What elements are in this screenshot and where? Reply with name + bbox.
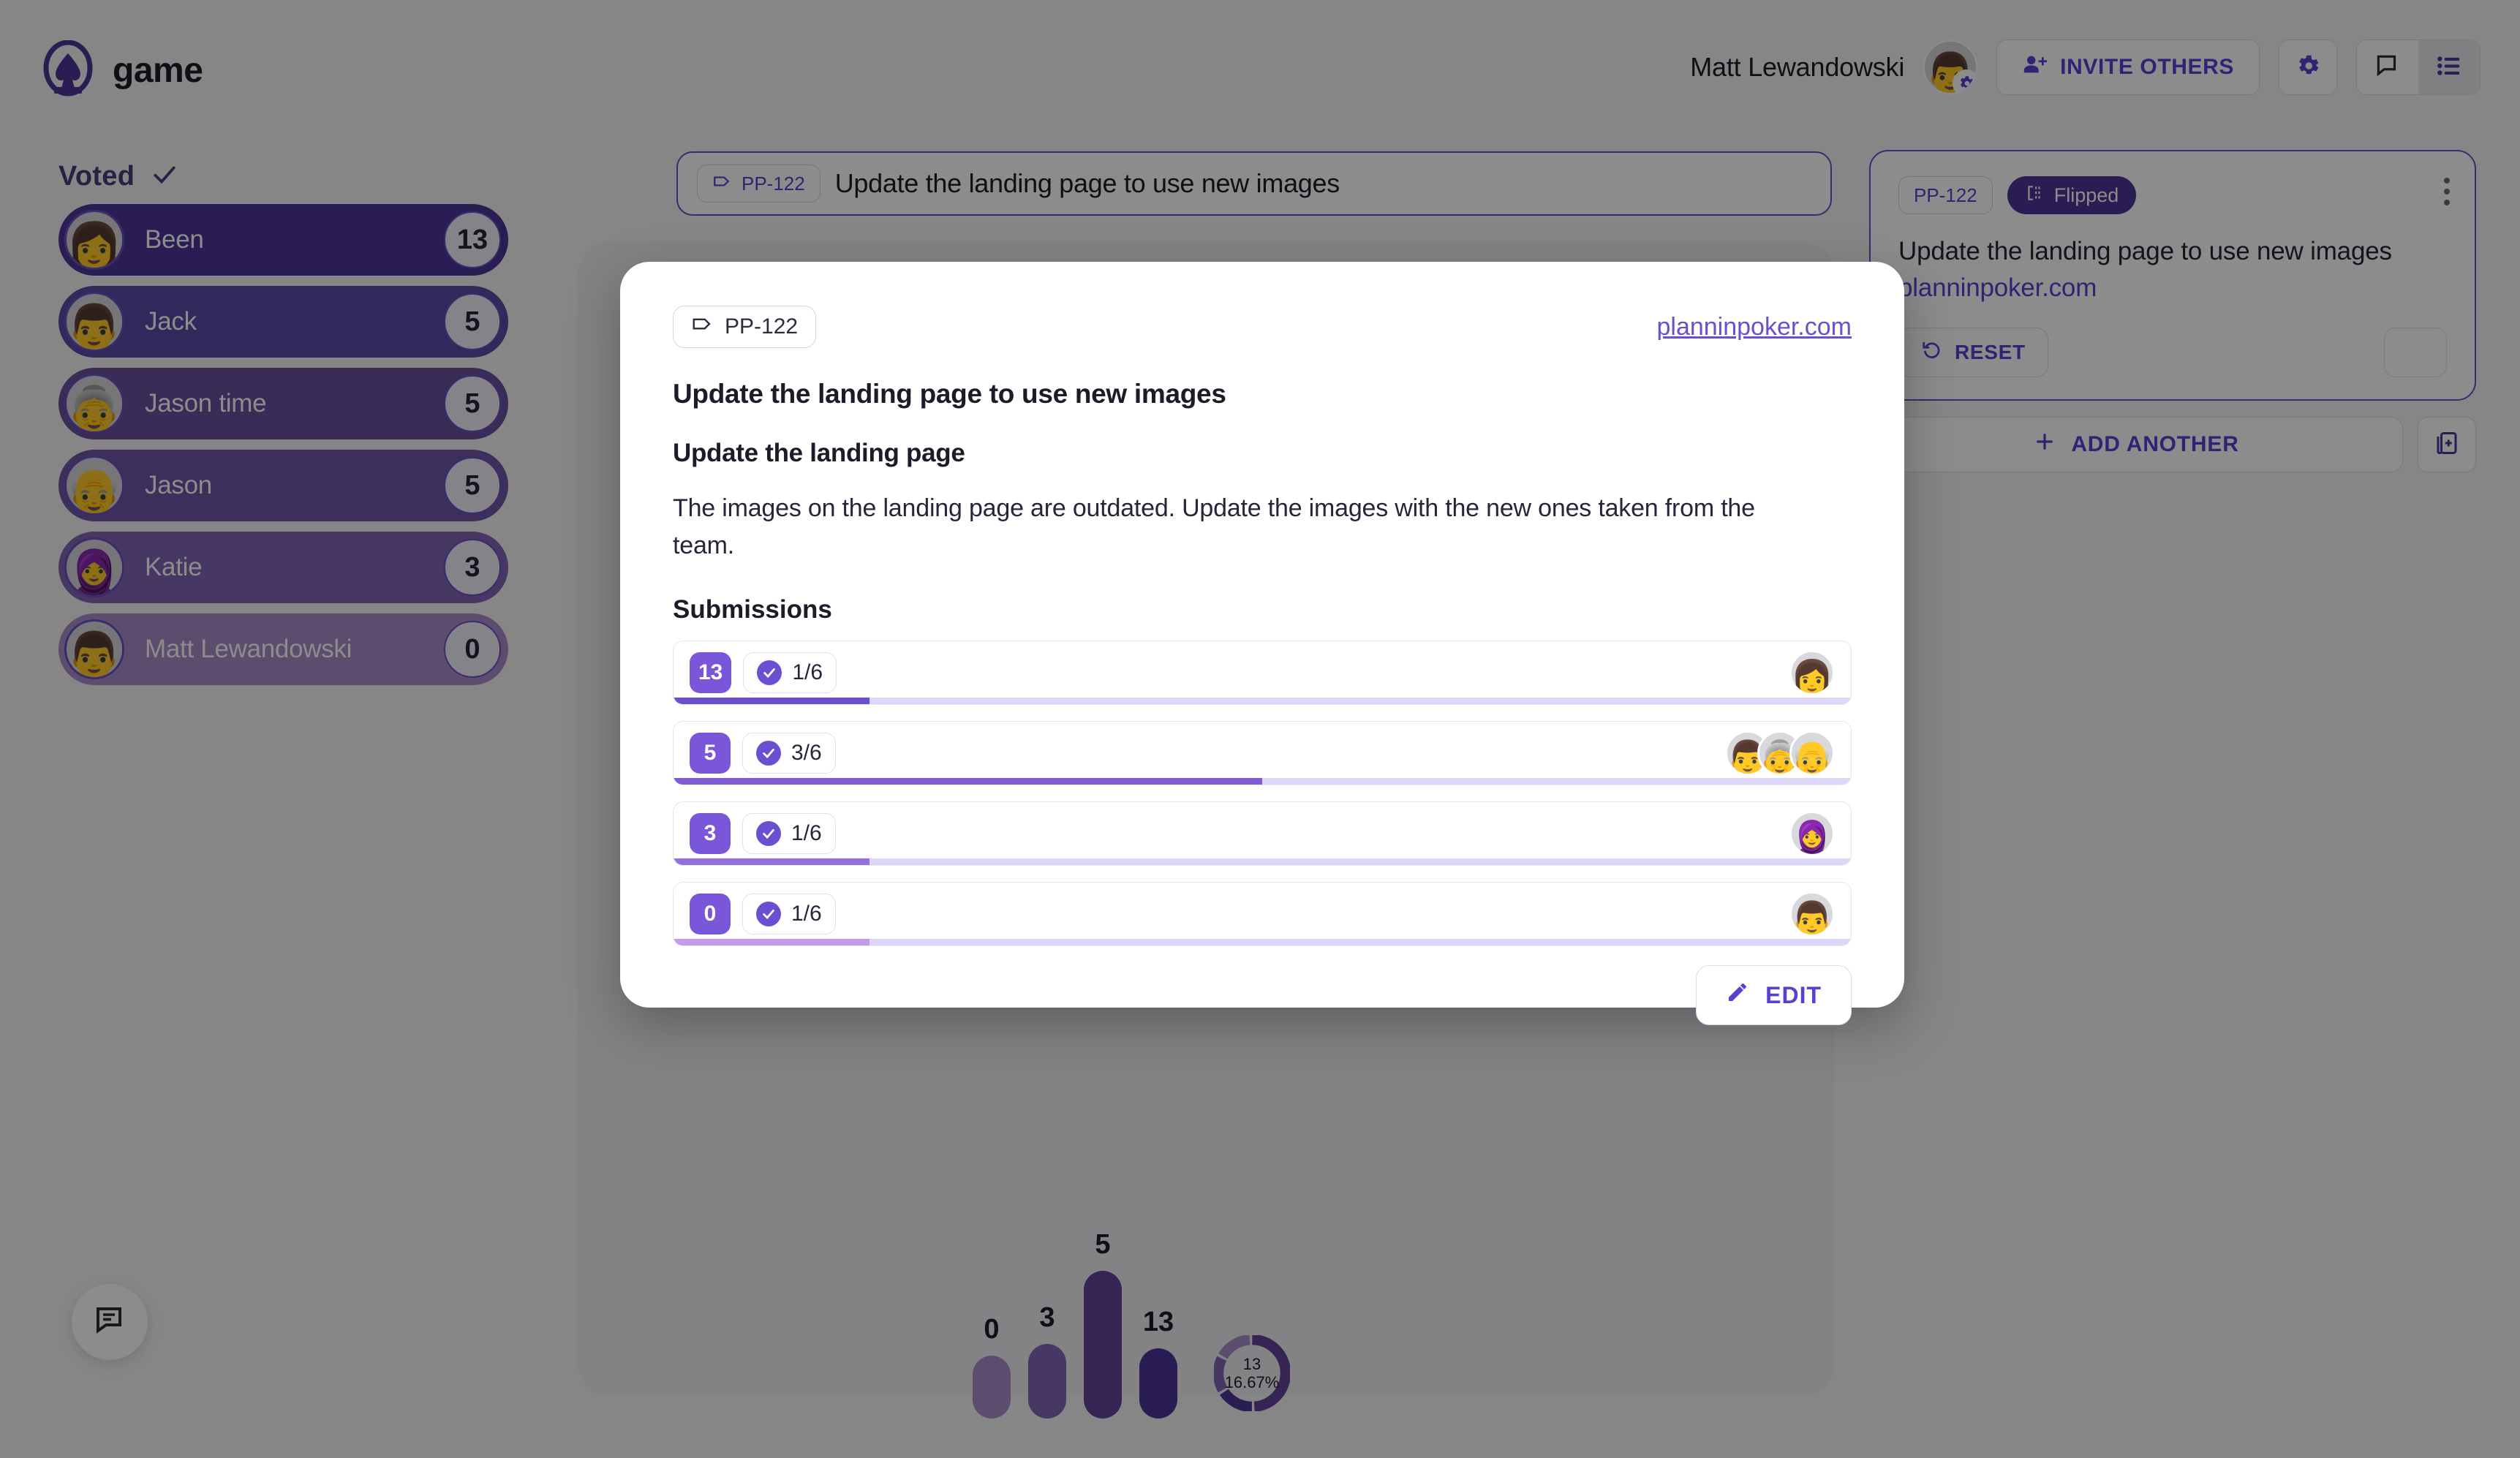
submission-row[interactable]: 5 3/6 👨 👵 👴: [673, 721, 1852, 785]
avatar: 👨: [1789, 891, 1835, 937]
avatar-emoji: 👨: [1790, 899, 1834, 937]
submission-count-label: 3/6: [791, 741, 822, 765]
modal-paragraph: The images on the landing page are outda…: [673, 494, 1755, 559]
submission-value-badge: 5: [690, 733, 731, 774]
submission-count-label: 1/6: [792, 660, 823, 684]
submission-count-label: 1/6: [791, 902, 822, 926]
story-detail-modal: PP-122 planninpoker.com Update the landi…: [620, 262, 1904, 1025]
submission-avatars: 🧕: [1789, 811, 1835, 856]
submission-progress-bar: [674, 858, 1851, 865]
modal-heading: Update the landing page to use new image…: [673, 379, 1226, 409]
submission-progress-bar: [674, 778, 1851, 785]
submission-avatars: 👩: [1789, 650, 1835, 695]
pencil-icon: [1726, 981, 1749, 1010]
edit-label: EDIT: [1765, 981, 1822, 1008]
edit-button[interactable]: EDIT: [1696, 965, 1852, 1025]
app-root: game Matt Lewandowski 👨 INVITE OTHERS Vo…: [0, 0, 2520, 1458]
modal-ticket-chip: PP-122: [673, 306, 817, 348]
submission-count: 1/6: [743, 652, 837, 693]
avatar-emoji: 👴: [1790, 738, 1834, 776]
submission-progress-bar: [674, 939, 1851, 945]
avatar-emoji: 👩: [1790, 657, 1834, 695]
submission-avatars: 👨: [1789, 891, 1835, 937]
submission-value-badge: 0: [690, 894, 731, 934]
check-circle-icon: [756, 902, 781, 926]
submission-count-label: 1/6: [791, 821, 822, 845]
submission-value-badge: 3: [690, 813, 731, 854]
check-circle-icon: [756, 741, 781, 766]
modal-header: PP-122 planninpoker.com: [673, 306, 1852, 348]
submission-count: 3/6: [742, 733, 836, 774]
tag-icon: [691, 313, 713, 341]
submission-progress-bar: [674, 698, 1851, 704]
submission-row[interactable]: 3 1/6 🧕: [673, 801, 1852, 866]
submission-row[interactable]: 0 1/6 👨: [673, 882, 1852, 946]
avatar: 👩: [1789, 650, 1835, 695]
avatar-emoji: 🧕: [1790, 818, 1834, 856]
avatar: 👴: [1789, 730, 1835, 776]
submission-row[interactable]: 13 1/6 👩: [673, 641, 1852, 705]
avatar: 🧕: [1789, 811, 1835, 856]
submissions-heading: Submissions: [673, 595, 832, 624]
modal-ticket-label: PP-122: [725, 314, 799, 339]
check-circle-icon: [757, 660, 782, 685]
submission-value-badge: 13: [690, 652, 732, 693]
modal-subheading: Update the landing page: [673, 439, 965, 467]
submission-avatars: 👨 👵 👴: [1725, 730, 1835, 776]
submission-count: 1/6: [742, 813, 836, 854]
submission-count: 1/6: [742, 894, 836, 934]
modal-external-link[interactable]: planninpoker.com: [1656, 313, 1852, 341]
modal-footer: EDIT: [673, 965, 1852, 1025]
check-circle-icon: [756, 821, 781, 846]
submissions-list: 13 1/6 👩 5 3/6 👨 👵 👴 3 1/6 🧕 0 1/6 👨: [673, 641, 1852, 946]
